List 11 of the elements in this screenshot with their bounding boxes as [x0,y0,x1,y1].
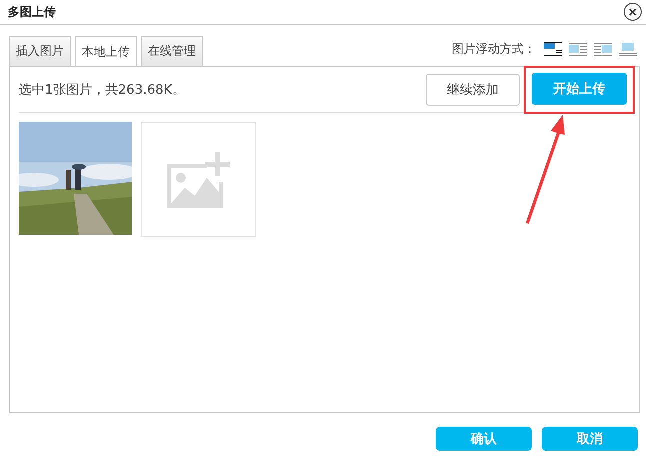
dialog-title: 多图上传 [8,4,56,20]
tab[interactable]: 本地上传 [75,36,137,67]
tab[interactable]: 在线管理 [141,36,203,66]
align-icon[interactable] [543,42,563,57]
close-button[interactable]: × [624,3,642,21]
add-image-tile[interactable] [141,122,256,237]
add-image-icon [166,152,230,208]
selection-status: 选中1张图片，共263.68K。 [19,82,186,98]
float-mode-label: 图片浮动方式： [452,41,536,58]
tab[interactable]: 插入图片 [9,36,71,66]
add-more-button[interactable]: 继续添加 [426,74,520,106]
